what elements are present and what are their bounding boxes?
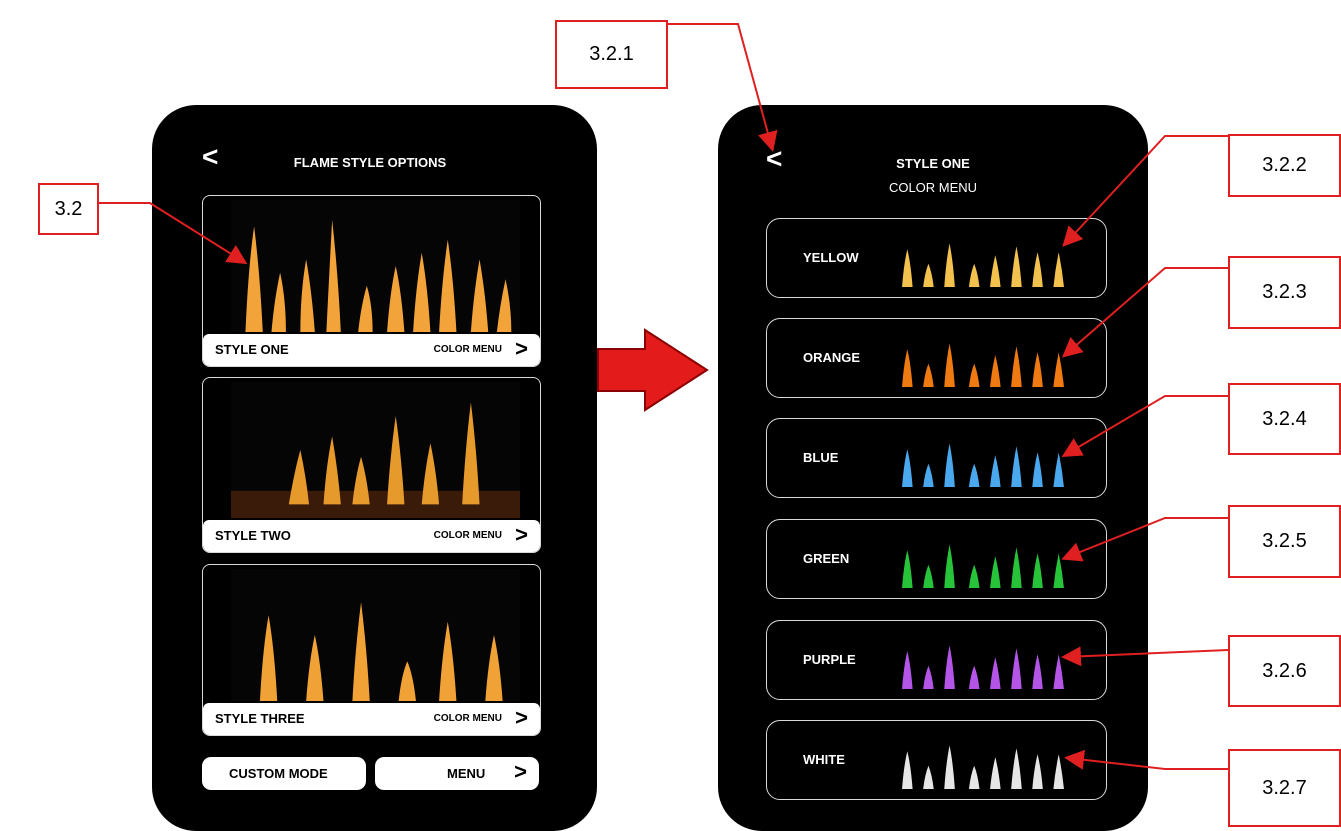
callout-3-2-4: 3.2.4: [1228, 383, 1341, 455]
callout-3-2: 3.2: [38, 183, 99, 235]
callout-3-2-6: 3.2.6: [1228, 635, 1341, 707]
callout-3-2-3: 3.2.3: [1228, 256, 1341, 329]
callout-3-2-1: 3.2.1: [555, 20, 668, 89]
callout-3-2-2: 3.2.2: [1228, 134, 1341, 197]
annotation-overlay: [97, 23, 1229, 770]
callout-3-2-5: 3.2.5: [1228, 505, 1341, 578]
transition-arrow-icon: [597, 328, 709, 412]
callout-3-2-7: 3.2.7: [1228, 749, 1341, 827]
